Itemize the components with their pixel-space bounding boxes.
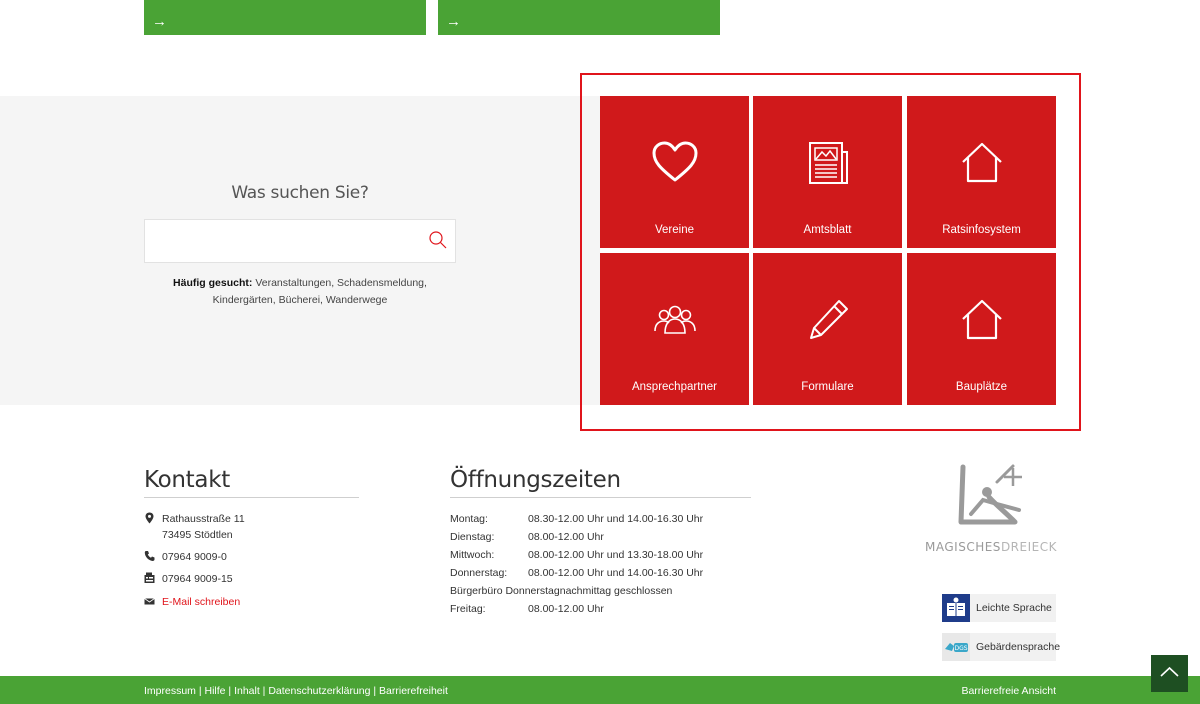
tile-amtsblatt[interactable]: Amtsblatt [753,96,902,248]
sign-language-button[interactable]: DGS Gebärdensprache [942,633,1060,661]
tile-label: Ratsinfosystem [942,224,1021,236]
people-icon [653,305,696,334]
house-icon [961,299,1002,340]
fax-icon [144,572,155,583]
hours-day: Dienstag: [450,531,495,543]
hours-time: 08.30-12.00 Uhr und 14.00-16.30 Uhr [528,513,704,525]
phone-icon [144,551,155,561]
contact-phone[interactable]: 07964 9009-0 [162,549,227,565]
contact-email-row: E-Mail schreiben [144,594,364,610]
logo-wordmark: MAGISCHESDREIECK [925,540,1057,554]
footer-links: Impressum | Hilfe | Inhalt | Datenschutz… [144,685,448,697]
contact-fax-row: 07964 9009-15 [144,571,364,587]
map-pin-icon [145,512,154,524]
hours-time: 08.00-12.00 Uhr und 14.00-16.30 Uhr [528,567,704,579]
hours-row: Freitag: 08.00-12.00 Uhr [450,603,750,617]
tile-label: Ansprechpartner [631,381,718,393]
newspaper-icon [808,142,848,184]
sign-language-icon: DGS [942,633,970,661]
back-to-top-button[interactable] [1151,655,1188,692]
hours-divider [450,497,751,498]
sign-language-label: Gebärdensprache [976,641,1061,653]
hours-row: Dienstag: 08.00-12.00 Uhr [450,531,750,545]
tile-label: Vereine [654,224,694,236]
top-card-right[interactable]: → [438,0,720,35]
tile-ansprechpartner[interactable]: Ansprechpartner [600,253,749,405]
frequent-line1[interactable]: Veranstaltungen, Schadensmeldung, [255,277,427,289]
logo-text-part1: MAGISCHES [925,540,1001,554]
hours-row: Donnerstag: 08.00-12.00 Uhr und 14.00-16… [450,567,750,581]
hours-time: 08.00-12.00 Uhr und 13.30-18.00 Uhr [528,549,704,561]
tile-bauplaetze[interactable]: Bauplätze [907,253,1056,405]
easy-language-icon [942,594,970,622]
easy-language-label: Leichte Sprache [976,602,1052,614]
top-card-left[interactable]: → [144,0,426,35]
hours-row: Mittwoch: 08.00-12.00 Uhr und 13.30-18.0… [450,549,750,563]
frequent-searches: Häufig gesucht: Veranstaltungen, Schaden… [144,275,456,309]
hours-day: Freitag: [450,603,486,615]
hours-time: 08.00-12.00 Uhr [528,531,604,543]
footer-separator: | [225,685,235,697]
hours-row: Montag: 08.30-12.00 Uhr und 14.00-16.30 … [450,513,750,527]
frequent-line2[interactable]: Kindergärten, Bücherei, Wanderwege [213,294,388,306]
tile-label: Bauplätze [955,381,1008,393]
heart-icon [652,141,697,182]
page: → → Was suchen Sie? Häufig gesucht: Vera… [0,0,1200,704]
footer-link-impressum[interactable]: Impressum [144,685,196,697]
hours-note: Bürgerbüro Donnerstagnachmittag geschlos… [450,585,750,599]
arrow-right-icon: → [446,13,461,30]
hours-day: Mittwoch: [450,549,495,561]
contact-address: Rathausstraße 11 73495 Stödtlen [144,511,364,543]
hours-time: 08.00-12.00 Uhr [528,603,604,615]
footer-separator: | [195,685,205,697]
easy-language-button[interactable]: Leichte Sprache [942,594,1056,622]
hours-title: Öffnungszeiten [450,467,621,493]
footer-link-inhalt[interactable]: Inhalt [234,685,260,697]
frequent-label: Häufig gesucht: [173,277,253,289]
footer-separator: | [370,685,380,697]
chevron-up-icon [1160,666,1179,677]
pencil-icon [809,300,848,339]
logo-text-part2: DREIECK [1000,540,1057,554]
hours-day: Montag: [450,513,488,525]
tile-label: Formulare [801,381,854,393]
footer-link-hilfe[interactable]: Hilfe [205,685,226,697]
tile-ratsinfosystem[interactable]: Ratsinfosystem [907,96,1056,248]
footer-link-barrierefreiheit[interactable]: Barrierefreiheit [379,685,448,697]
contact-divider [144,497,359,498]
tile-formulare[interactable]: Formulare [753,253,902,405]
contact-street: Rathausstraße 11 [162,513,245,525]
svg-text:DGS: DGS [954,645,967,652]
envelope-icon [144,598,155,605]
house-icon [961,142,1002,183]
footer-bar: Impressum | Hilfe | Inhalt | Datenschutz… [0,676,1200,704]
contact-title: Kontakt [144,467,230,493]
search-input[interactable] [145,220,415,262]
contact-city: 73495 Stödtlen [162,529,233,541]
search-box [144,219,456,263]
contact-fax: 07964 9009-15 [162,573,233,585]
tile-vereine[interactable]: Vereine [600,96,749,248]
contact-email-link[interactable]: E-Mail schreiben [162,594,240,610]
tile-label: Amtsblatt [803,224,852,236]
hours-note-text: Bürgerbüro Donnerstagnachmittag geschlos… [450,585,673,597]
arrow-right-icon: → [152,13,167,30]
hours-day: Donnerstag: [450,567,508,579]
search-icon[interactable] [428,230,448,250]
footer-link-datenschutz[interactable]: Datenschutzerklärung [268,685,370,697]
search-title: Was suchen Sie? [231,183,369,203]
contact-phone-row: 07964 9009-0 [144,549,364,565]
accessible-view-link[interactable]: Barrierefreie Ansicht [961,685,1056,697]
